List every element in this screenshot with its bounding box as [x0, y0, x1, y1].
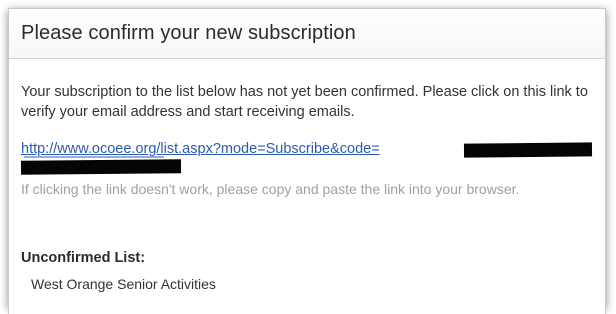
- link-underline-fragment: [24, 156, 164, 158]
- list-item: West Orange Senior Activities: [31, 276, 216, 292]
- confirmation-link-block: http://www.ocoee.org/list.aspx?mode=Subs…: [20, 139, 593, 179]
- confirmation-message: Your subscription to the list below has …: [21, 84, 588, 120]
- page-title: Please confirm your new subscription: [21, 22, 356, 44]
- copy-paste-hint: If clicking the link doesn't work, pleas…: [21, 181, 520, 197]
- redaction-bar: [463, 142, 593, 158]
- panel-header: Please confirm your new subscription: [9, 9, 605, 59]
- redaction-bar: [20, 159, 182, 175]
- unconfirmed-list-heading: Unconfirmed List:: [21, 250, 146, 266]
- subscription-confirmation-panel: Please confirm your new subscription You…: [8, 8, 606, 314]
